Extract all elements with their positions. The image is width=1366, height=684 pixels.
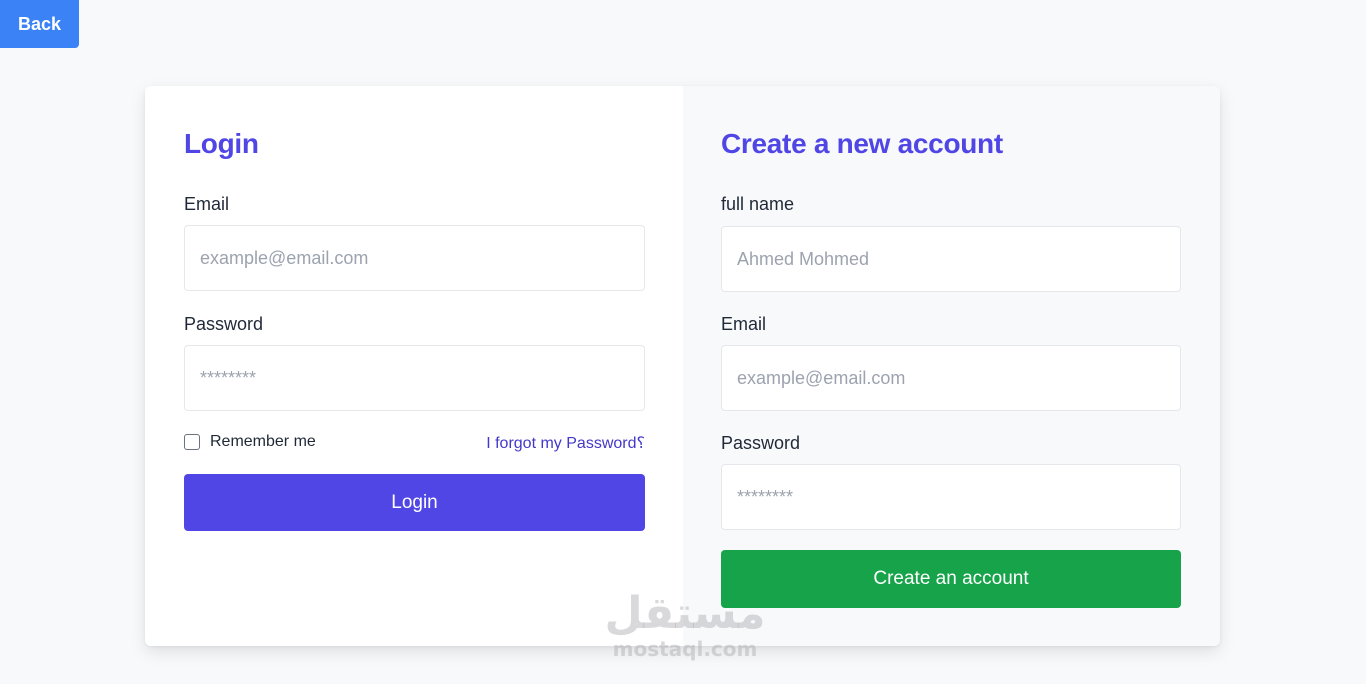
login-password-input[interactable]: [184, 345, 645, 411]
remember-me-checkbox[interactable]: [184, 434, 200, 450]
register-panel: Create a new account full name Email Pas…: [683, 86, 1220, 646]
full-name-label: full name: [721, 194, 795, 214]
full-name-input[interactable]: [721, 226, 1181, 292]
remember-me[interactable]: Remember me: [184, 433, 316, 451]
register-email-input[interactable]: [721, 345, 1181, 411]
forgot-password-link[interactable]: I forgot my Password؟: [486, 433, 645, 453]
register-title: Create a new account: [721, 128, 1003, 159]
login-button[interactable]: Login: [184, 474, 645, 531]
register-email-label: Email: [721, 314, 767, 334]
login-title: Login: [184, 128, 259, 159]
login-panel: Login Email Password Remember me I forgo…: [145, 86, 683, 646]
remember-me-label: Remember me: [210, 433, 316, 450]
login-email-label: Email: [184, 194, 230, 214]
create-account-button[interactable]: Create an account: [721, 550, 1181, 608]
register-password-input[interactable]: [721, 464, 1181, 530]
register-password-label: Password: [721, 433, 801, 453]
auth-card: Login Email Password Remember me I forgo…: [145, 86, 1220, 646]
login-password-label: Password: [184, 314, 264, 334]
login-email-input[interactable]: [184, 225, 645, 291]
back-button[interactable]: Back: [0, 0, 79, 48]
